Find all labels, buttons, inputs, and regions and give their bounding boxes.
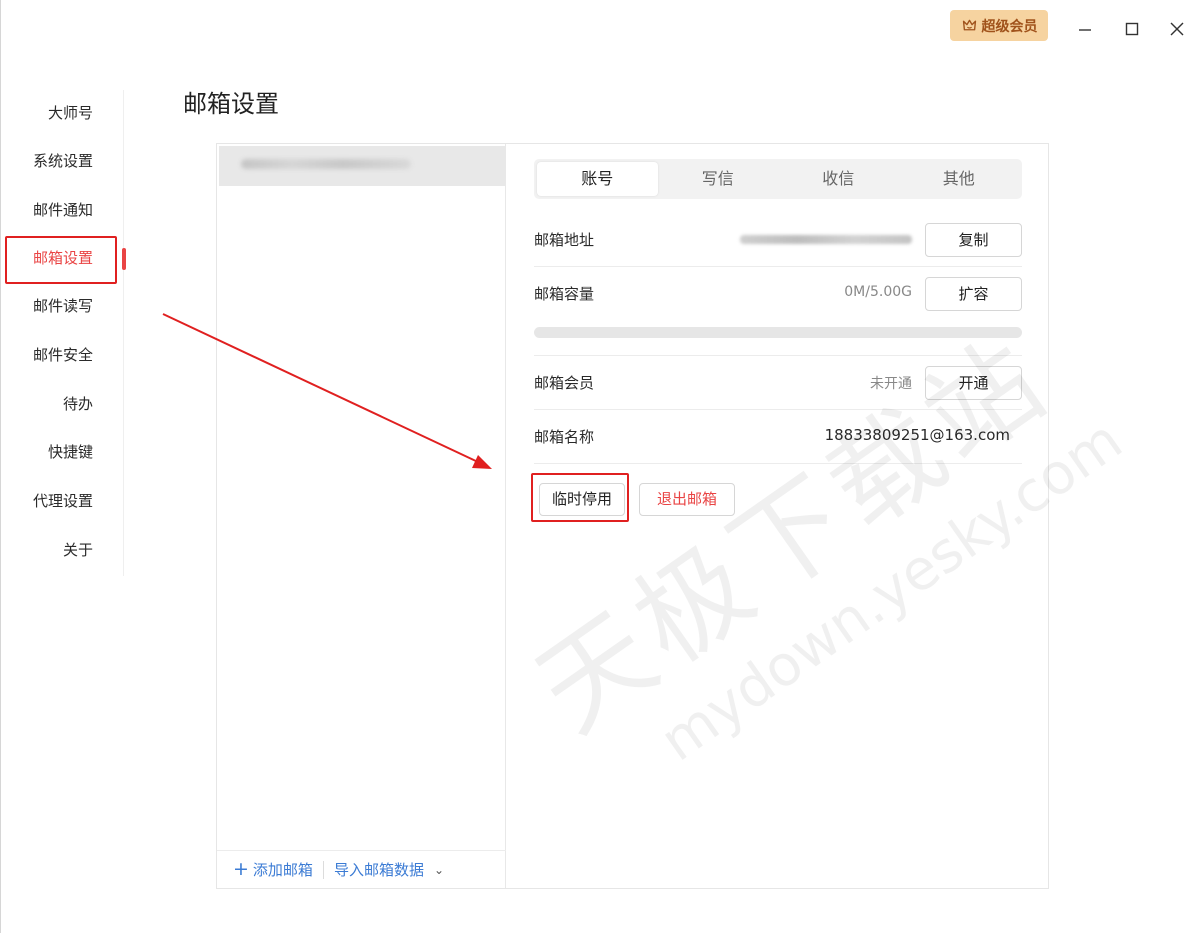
mailbox-capacity-row: 邮箱容量 0M/5.00G 扩容 — [534, 267, 1022, 321]
chevron-down-icon[interactable]: ⌄ — [434, 863, 444, 877]
super-vip-label: 超级会员 — [981, 18, 1038, 35]
tab-account[interactable]: 账号 — [537, 162, 658, 196]
settings-tabs: 账号 写信 收信 其他 — [534, 159, 1022, 199]
sidebar-active-indicator — [122, 248, 126, 270]
settings-sidebar: 大师号 系统设置 邮件通知 邮箱设置 邮件读写 邮件安全 待办 快捷键 代理设置… — [0, 90, 124, 576]
footer-divider — [322, 860, 324, 879]
sidebar-item-mail-notification[interactable]: 邮件通知 — [33, 195, 93, 225]
account-address-redacted — [241, 159, 411, 169]
mailbox-name-row: 邮箱名称 18833809251@163.com — [534, 410, 1022, 464]
copy-button[interactable]: 复制 — [925, 223, 1022, 257]
mailbox-membership-row: 邮箱会员 未开通 开通 — [534, 356, 1022, 410]
maximize-button[interactable] — [1121, 18, 1143, 40]
add-mailbox-link[interactable]: 添加邮箱 — [253, 859, 313, 880]
mailbox-membership-label: 邮箱会员 — [534, 374, 595, 392]
tab-compose[interactable]: 写信 — [658, 162, 779, 196]
mailbox-address-label: 邮箱地址 — [534, 231, 595, 249]
sidebar-item-master-account[interactable]: 大师号 — [48, 98, 93, 128]
sidebar-item-mail-read-write[interactable]: 邮件读写 — [33, 291, 93, 321]
mailbox-capacity-value: 0M/5.00G — [844, 284, 912, 300]
account-list-item[interactable] — [219, 146, 506, 186]
mailbox-address-row: 邮箱地址 复制 — [534, 213, 1022, 267]
minimize-icon — [1079, 29, 1091, 31]
crown-icon — [962, 19, 976, 31]
temporarily-disable-button[interactable]: 临时停用 — [539, 483, 625, 516]
sidebar-item-system-settings[interactable]: 系统设置 — [33, 146, 93, 176]
mailbox-membership-value: 未开通 — [870, 376, 912, 392]
import-mailbox-data-link[interactable]: 导入邮箱数据 — [334, 859, 424, 880]
sidebar-item-mailbox-settings[interactable]: 邮箱设置 — [33, 243, 93, 273]
mailbox-name-value[interactable]: 18833809251@163.com — [825, 426, 1010, 444]
tab-receive[interactable]: 收信 — [778, 162, 899, 196]
maximize-icon — [1125, 22, 1139, 36]
mailbox-settings-panel: + 添加邮箱 导入邮箱数据 ⌄ 账号 写信 收信 其他 邮箱地址 复制 邮箱容量… — [216, 143, 1049, 889]
super-vip-button[interactable]: 超级会员 — [950, 10, 1048, 41]
minimize-button[interactable] — [1074, 18, 1096, 40]
mailbox-address-redacted — [740, 235, 912, 244]
close-button[interactable] — [1166, 18, 1188, 40]
sidebar-item-todo[interactable]: 待办 — [63, 389, 93, 419]
sidebar-item-mail-security[interactable]: 邮件安全 — [33, 340, 93, 370]
sidebar-item-proxy-settings[interactable]: 代理设置 — [33, 486, 93, 516]
account-list: + 添加邮箱 导入邮箱数据 ⌄ — [217, 144, 506, 888]
activate-membership-button[interactable]: 开通 — [925, 366, 1022, 400]
close-icon — [1170, 22, 1184, 36]
capacity-progress-bar — [534, 327, 1022, 338]
mailbox-capacity-label: 邮箱容量 — [534, 285, 595, 303]
sidebar-item-about[interactable]: 关于 — [63, 535, 93, 565]
expand-capacity-button[interactable]: 扩容 — [925, 277, 1022, 311]
plus-icon: + — [233, 858, 249, 880]
tab-other[interactable]: 其他 — [899, 162, 1020, 196]
account-list-footer: + 添加邮箱 导入邮箱数据 ⌄ — [217, 850, 506, 888]
mailbox-name-label: 邮箱名称 — [534, 428, 595, 446]
page-title: 邮箱设置 — [183, 90, 279, 118]
sidebar-item-shortcuts[interactable]: 快捷键 — [48, 437, 93, 467]
sign-out-mailbox-button[interactable]: 退出邮箱 — [639, 483, 735, 516]
